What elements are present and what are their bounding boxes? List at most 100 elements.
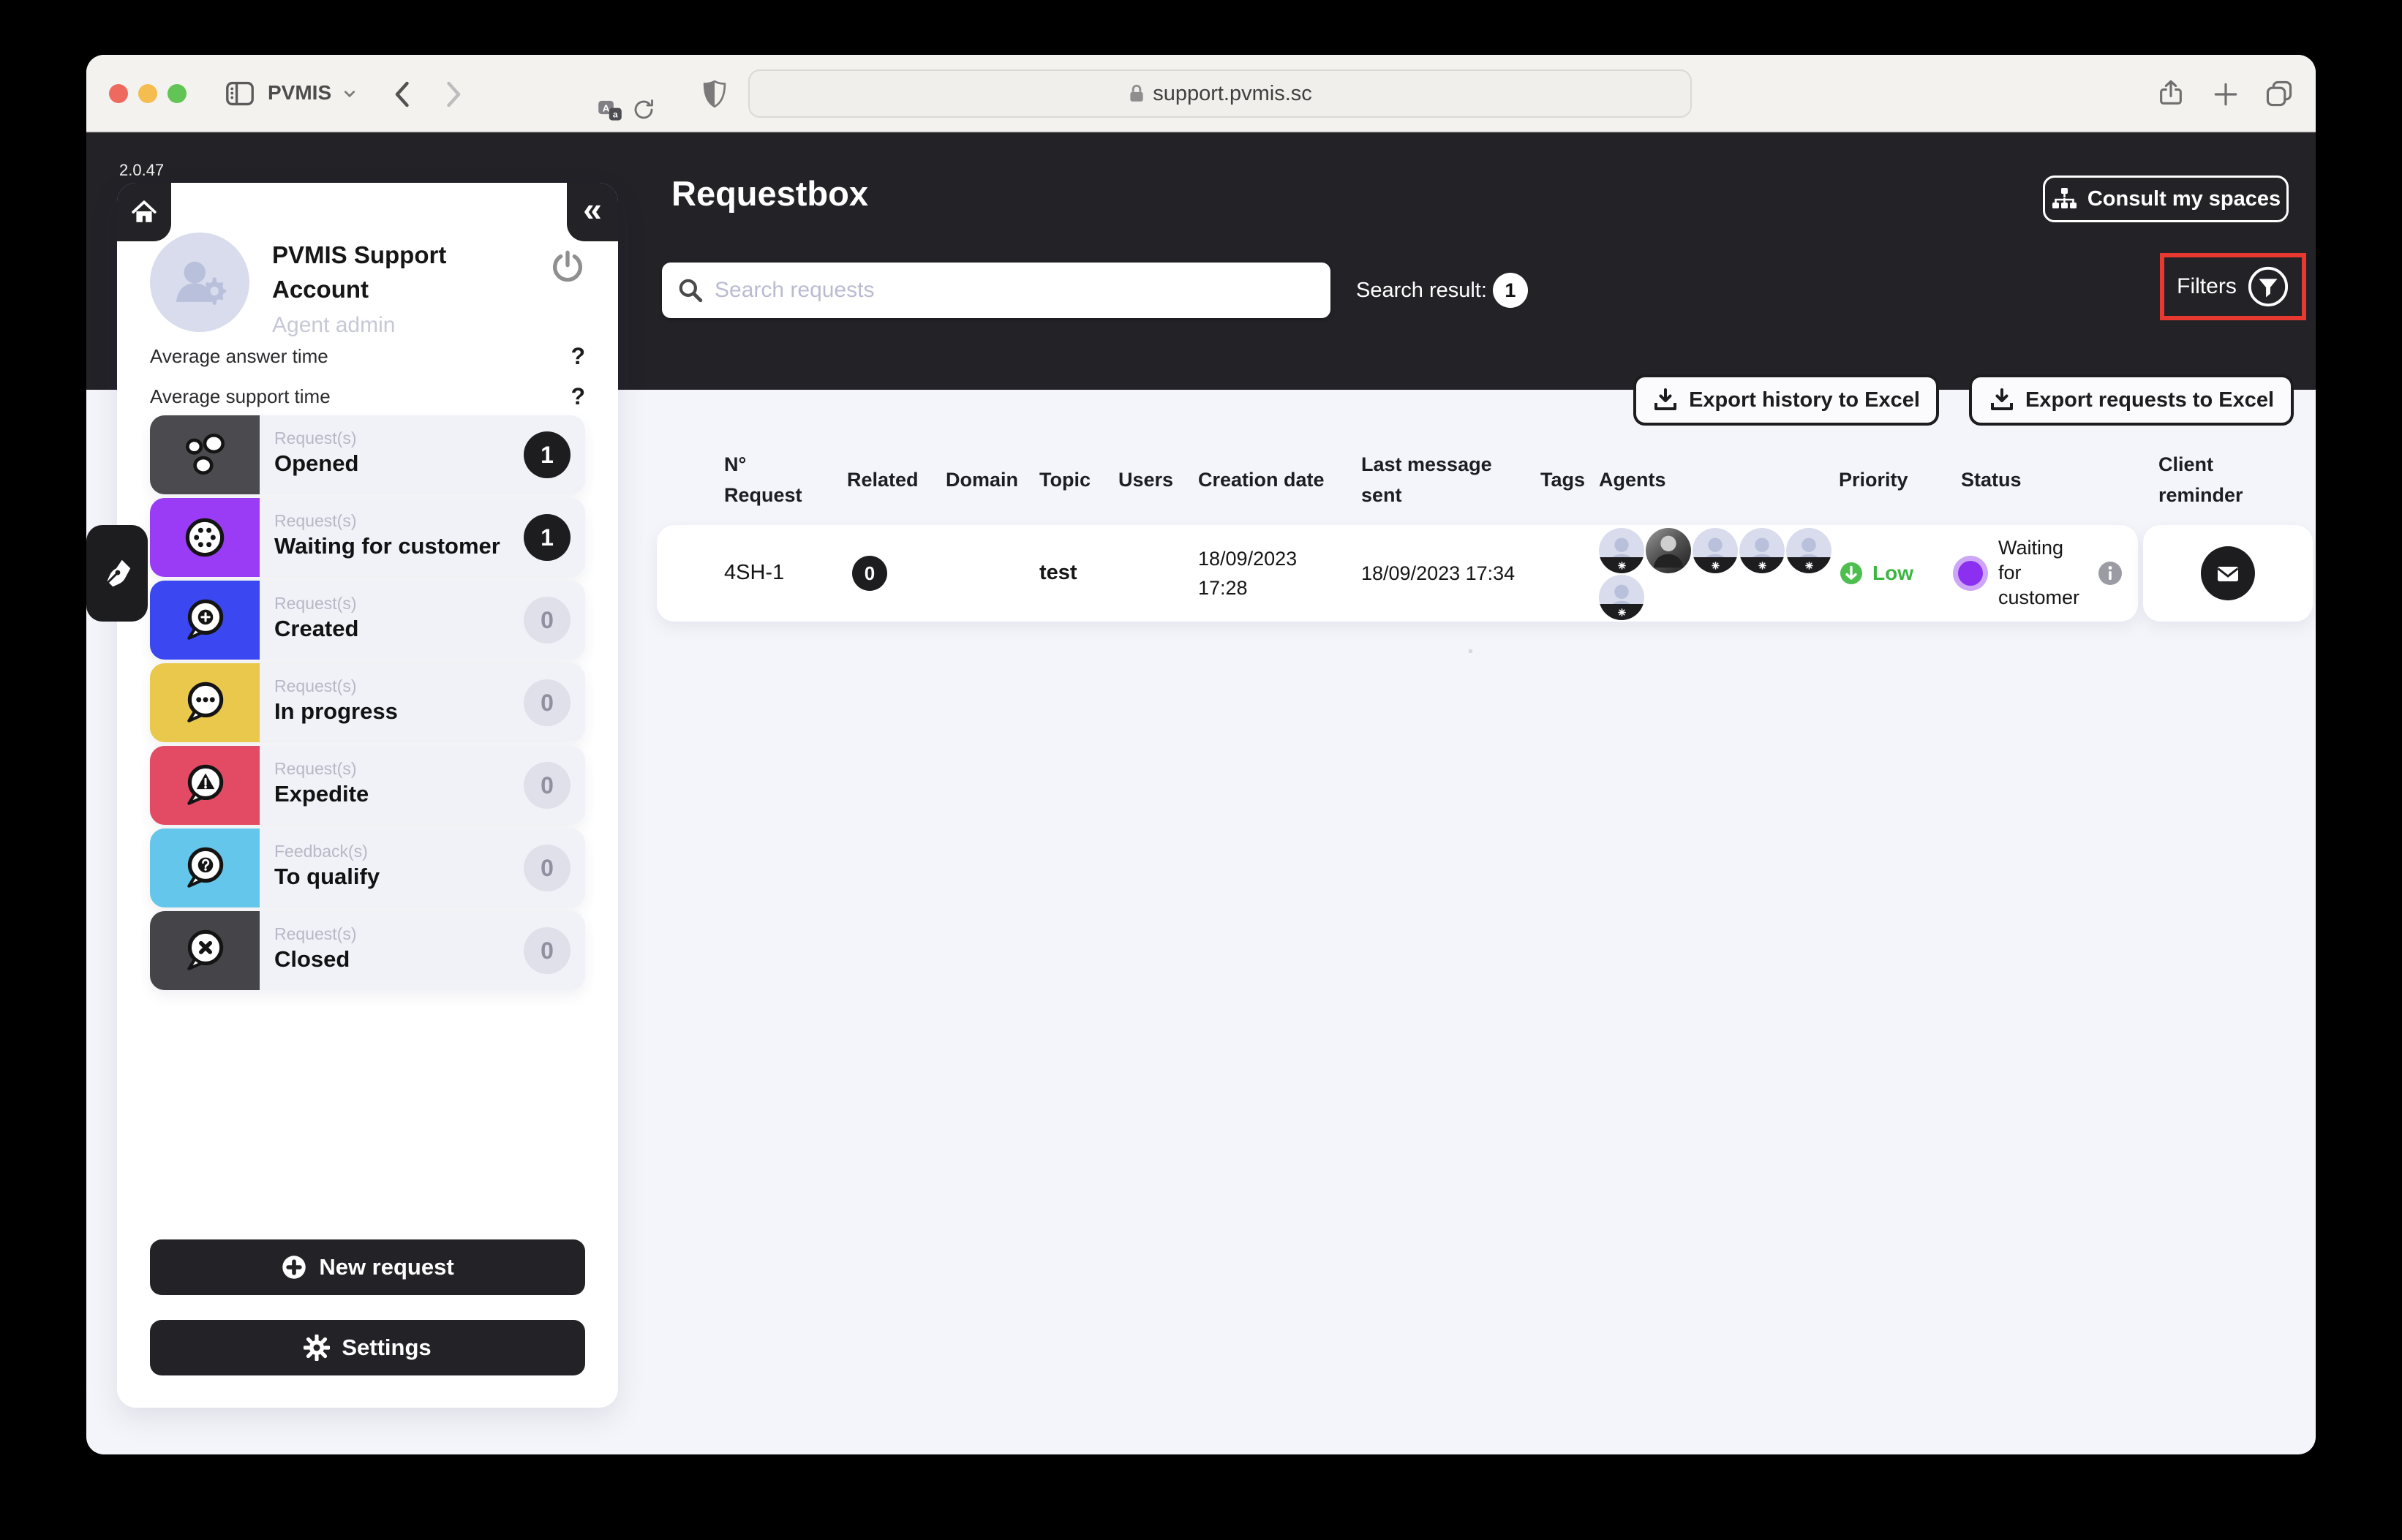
- open-request-button[interactable]: [86, 525, 148, 622]
- back-button-icon[interactable]: [392, 81, 411, 107]
- agent-role-badge-icon: [1786, 557, 1831, 573]
- reload-icon[interactable]: [632, 98, 655, 121]
- col-agents: Agents: [1599, 441, 1694, 520]
- sitemap-icon: [2051, 186, 2077, 212]
- col-last-message: Last message sent: [1361, 441, 1507, 520]
- agent-avatar[interactable]: [1693, 528, 1738, 573]
- col-tags: Tags: [1540, 441, 1595, 520]
- cell-priority: Low: [1839, 525, 1913, 622]
- filters-button[interactable]: Filters: [2177, 274, 2237, 299]
- consult-my-spaces-button[interactable]: Consult my spaces: [2043, 175, 2289, 222]
- help-icon[interactable]: ?: [571, 343, 585, 370]
- scroll-artifact-dot: [1469, 649, 1472, 653]
- agent-avatar-photo[interactable]: [1646, 528, 1691, 573]
- agent-role-badge-icon: [1693, 557, 1738, 573]
- agent-avatar[interactable]: [1739, 528, 1785, 573]
- col-priority: Priority: [1839, 441, 1919, 520]
- app-version: 2.0.47: [119, 161, 164, 180]
- export-requests-button[interactable]: Export requests to Excel: [1969, 374, 2294, 426]
- home-button[interactable]: [117, 183, 171, 241]
- agent-avatar[interactable]: [1599, 528, 1644, 573]
- account-role: Agent admin: [272, 313, 395, 338]
- svg-text:A: A: [603, 102, 610, 113]
- search-requests-input[interactable]: [715, 278, 1316, 303]
- url-text: support.pvmis.sc: [1153, 82, 1312, 106]
- svg-text:a: a: [613, 109, 618, 119]
- cell-agents: [1599, 528, 1840, 622]
- pen-nib-icon: [100, 556, 134, 590]
- info-icon[interactable]: [2098, 561, 2123, 586]
- envelope-icon: [2212, 557, 2244, 589]
- tab-overview-icon[interactable]: [2264, 79, 2294, 108]
- help-icon[interactable]: ?: [571, 383, 585, 410]
- sidebar-item-to-qualify[interactable]: Feedback(s) To qualify 0: [150, 828, 585, 907]
- count-badge: 0: [524, 845, 571, 891]
- cell-tags: [1540, 525, 1595, 622]
- collapse-icon: «: [583, 192, 602, 226]
- export-history-button[interactable]: Export history to Excel: [1633, 374, 1939, 426]
- status-label: Waiting for customer: [1998, 536, 2087, 610]
- sidebar-item-expedite[interactable]: Request(s) Expedite 0: [150, 746, 585, 825]
- account-avatar[interactable]: [150, 233, 249, 332]
- agent-avatar[interactable]: [1599, 575, 1644, 620]
- col-request-no: N° Request: [724, 441, 827, 520]
- search-result-indicator: Search result: 1: [1356, 271, 1528, 309]
- bubble-close-icon: [150, 911, 260, 990]
- forward-button-icon[interactable]: [445, 81, 464, 107]
- requests-table-header: N° Request Related Domain Topic Users Cr…: [86, 441, 2316, 520]
- sidebar-item-closed[interactable]: Request(s) Closed 0: [150, 911, 585, 990]
- col-users: Users: [1118, 441, 1188, 520]
- chevron-down-icon[interactable]: [344, 90, 355, 99]
- download-icon: [1652, 387, 1679, 413]
- cell-users: [1118, 525, 1188, 622]
- col-status: Status: [1961, 441, 2038, 520]
- cell-topic: test: [1039, 525, 1109, 622]
- filter-funnel-icon[interactable]: [2247, 265, 2289, 308]
- client-reminder-button[interactable]: [2201, 546, 2255, 600]
- count-badge: 0: [524, 679, 571, 726]
- agent-role-badge-icon: [1599, 557, 1644, 573]
- gear-icon: [304, 1335, 330, 1361]
- logout-power-icon[interactable]: [550, 249, 585, 284]
- home-icon: [130, 199, 158, 225]
- col-topic: Topic: [1039, 441, 1109, 520]
- cell-client-reminder: [2143, 525, 2313, 622]
- agent-avatar[interactable]: [1786, 528, 1831, 573]
- priority-label: Low: [1872, 558, 1913, 589]
- account-name: PVMIS Support Account: [272, 238, 521, 307]
- priority-low-icon: [1839, 561, 1864, 586]
- bubble-ellipsis-icon: [150, 663, 260, 742]
- col-domain: Domain: [946, 441, 1023, 520]
- zoom-window-button[interactable]: [167, 84, 187, 103]
- stat-average-support-time: Average support time ?: [150, 380, 585, 412]
- sidebar-toggle-icon[interactable]: [225, 80, 255, 107]
- sidebar: « PVMIS Support Account Agent admin Aver…: [117, 183, 618, 1408]
- related-count-badge: 0: [852, 556, 887, 591]
- count-badge: 0: [524, 927, 571, 974]
- new-tab-icon[interactable]: [2212, 80, 2240, 108]
- settings-button[interactable]: Settings: [150, 1320, 585, 1375]
- browser-window: PVMIS support.pvmis.sc A a: [86, 55, 2316, 1454]
- minimize-window-button[interactable]: [138, 84, 157, 103]
- privacy-shield-icon[interactable]: [702, 80, 727, 109]
- share-icon[interactable]: [2156, 79, 2185, 108]
- close-window-button[interactable]: [109, 84, 128, 103]
- translate-icon[interactable]: A a: [598, 97, 622, 122]
- cell-last-message: 18/09/2023 17:34: [1361, 525, 1566, 622]
- col-client-reminder: Client reminder: [2158, 441, 2254, 520]
- new-request-button[interactable]: New request: [150, 1239, 585, 1295]
- count-badge: 0: [524, 762, 571, 809]
- sidebar-item-in-progress[interactable]: Request(s) In progress 0: [150, 663, 585, 742]
- search-requests-box: [662, 263, 1330, 318]
- stat-average-answer-time: Average answer time ?: [150, 340, 585, 372]
- search-result-count: 1: [1493, 273, 1528, 308]
- status-dot: [1953, 556, 1988, 591]
- collapse-sidebar-button[interactable]: «: [567, 183, 618, 241]
- cell-related: 0: [852, 525, 887, 622]
- bubble-question-icon: [150, 828, 260, 907]
- address-bar[interactable]: support.pvmis.sc A a: [748, 69, 1692, 118]
- search-icon: [677, 276, 704, 304]
- tab-group-menu[interactable]: PVMIS: [268, 81, 331, 105]
- lock-icon: [1128, 83, 1145, 104]
- col-related: Related: [847, 441, 920, 520]
